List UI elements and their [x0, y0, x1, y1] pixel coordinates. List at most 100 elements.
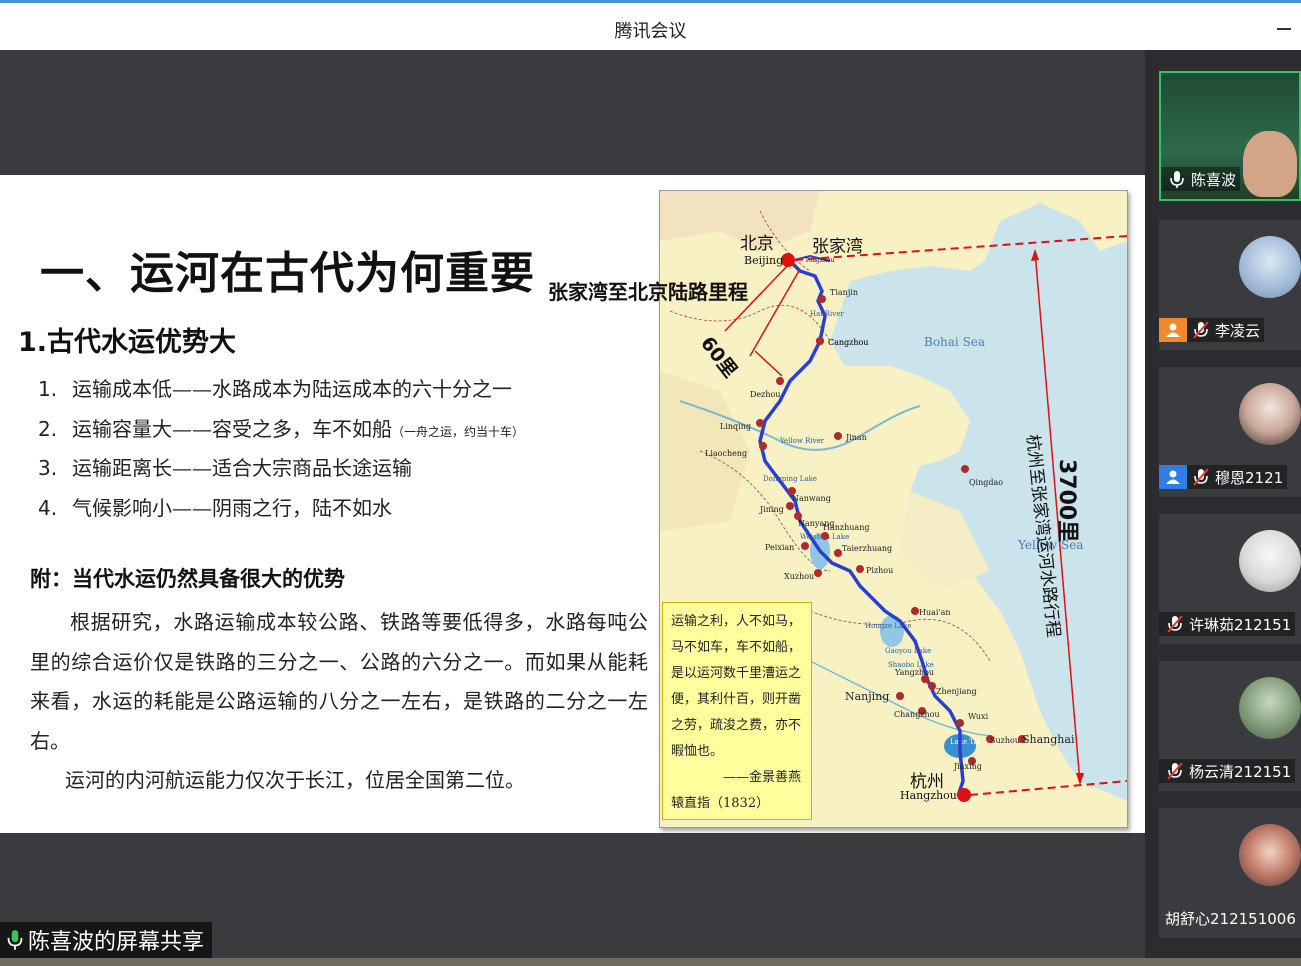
city-marker	[856, 565, 864, 573]
city-label: Zhenjiang	[936, 687, 977, 696]
participant-tile[interactable]: 杨云清212151	[1159, 661, 1301, 791]
city-label: Linqing	[720, 422, 751, 431]
city-marker	[801, 542, 809, 550]
city-marker	[834, 549, 842, 557]
city-marker	[928, 682, 936, 690]
participant-sidebar: 陈喜波 李凌云 穆恩2121 许琳茹212151 杨云清212151 胡舒心21…	[1145, 50, 1301, 966]
city-label: Nanwang	[792, 494, 831, 503]
participant-name-bar: 杨云清212151	[1159, 759, 1296, 783]
beijing-label-en: Beijing	[744, 254, 783, 267]
microphone-icon	[1167, 169, 1187, 189]
speaker-face	[1243, 131, 1297, 197]
city-label: Peixian	[765, 543, 794, 552]
screen-share-label: 陈喜波的屏幕共享	[28, 930, 205, 955]
city-marker	[821, 532, 829, 540]
participant-tile[interactable]: 陈喜波	[1159, 71, 1301, 201]
city-marker	[759, 442, 767, 450]
hangzhou-label-en: Hangzhou	[900, 789, 957, 802]
water-distance-label: 3700里	[1054, 459, 1079, 542]
appendix-title: 附：当代水运仍然具备很大的优势	[30, 567, 345, 591]
list-item: 1. 运输成本低——水路成本为陆运成本的六十分之一	[38, 377, 512, 401]
microphone-icon	[4, 928, 26, 952]
city-label: Shanghai	[1022, 733, 1075, 746]
lake-label: Dongping Lake	[763, 475, 817, 483]
lake-label: Yellow River	[779, 437, 825, 445]
user-icon	[1159, 465, 1187, 489]
city-label: Huai'an	[919, 608, 951, 617]
quote-source: 辕直指（1832）	[671, 796, 770, 811]
list-item: 4. 气候影响小——阴雨之行，陆不如水	[38, 495, 392, 520]
city-label: Suzhou	[990, 736, 1020, 745]
slide-subheading: 1.古代水运优势大	[18, 327, 237, 358]
list-item: 2. 运输容量大——容受之多，车不如船（一舟之运，约当十车）	[38, 416, 525, 441]
sea-label: Bohai Sea	[924, 335, 985, 349]
city-label: Jinan	[845, 433, 867, 442]
appendix-paragraph: 根据研究，水路运输成本较公路、铁路等要低得多，水路每吨公里的综合运价仅是铁路的三…	[30, 610, 648, 753]
lake-label: Hai River	[810, 310, 844, 318]
city-marker	[816, 337, 824, 345]
appendix-body: 根据研究，水路运输成本较公路、铁路等要低得多，水路每吨公里的综合运价仅是铁路的三…	[30, 603, 648, 801]
city-label: Nanjing	[845, 690, 889, 703]
participant-name: 陈喜波	[1191, 170, 1237, 189]
avatar	[1239, 824, 1301, 886]
city-label: Hanzhuang	[823, 523, 869, 532]
list-item-note: （一舟之运，约当十车）	[392, 424, 525, 439]
quote-text: 运输之利，人不如马，马不如车，车不如船，是以运河数千里漕运之便，其利什百，则开凿…	[671, 614, 802, 759]
city-label: Cangzhou	[828, 338, 869, 347]
appendix-paragraph: 运河的内河航运能力仅次于长江，位居全国第二位。	[65, 768, 525, 792]
participant-tile[interactable]: 胡舒心212151006	[1159, 808, 1301, 938]
city-marker	[834, 432, 842, 440]
slide-heading: 一、运河在古代为何重要	[40, 248, 535, 299]
quote-author: ——金景善燕	[722, 770, 801, 785]
screen-share-banner: 陈喜波的屏幕共享	[0, 922, 213, 958]
beijing-label: 北京	[740, 234, 774, 254]
mic-muted-icon	[1165, 614, 1185, 634]
mic-muted-icon	[1191, 320, 1211, 340]
avatar	[1239, 383, 1301, 445]
city-marker	[776, 377, 784, 385]
city-marker	[818, 295, 826, 303]
window-titlebar: 腾讯会议	[0, 0, 1301, 50]
participant-name: 穆恩2121	[1215, 468, 1284, 487]
city-label: Jiaxing	[953, 762, 982, 771]
city-marker	[896, 692, 904, 700]
participant-name-bar: 陈喜波	[1161, 167, 1241, 191]
lake-label: Gaoyou Lake	[885, 647, 931, 655]
city-label: Changzhou	[894, 710, 940, 719]
participant-tile[interactable]: 穆恩2121	[1159, 367, 1301, 497]
mic-muted-icon	[1165, 761, 1185, 781]
participant-tile[interactable]: 李凌云	[1159, 220, 1301, 350]
mic-muted-icon	[1191, 467, 1211, 487]
city-label: Pizhou	[866, 566, 893, 575]
participant-name: 李凌云	[1215, 321, 1261, 340]
city-marker	[911, 607, 919, 615]
participant-name-bar: 许琳茹212151	[1159, 612, 1296, 636]
participant-name-bar: 胡舒心212151006	[1159, 906, 1300, 930]
city-marker	[786, 502, 794, 510]
hangzhou-marker	[957, 788, 971, 802]
city-label: Dezhou	[750, 390, 780, 399]
city-marker	[961, 465, 969, 473]
arrow-head	[1031, 249, 1039, 261]
lake-label: Lake Tai	[950, 738, 981, 746]
window-title: 腾讯会议	[614, 21, 687, 42]
city-label: Wuxi	[968, 712, 989, 721]
city-label: Tianjin	[830, 288, 858, 297]
city-label: Yangzhou	[894, 668, 934, 677]
city-label: Qingdao	[969, 478, 1003, 487]
zhangjiawan-label: 张家湾	[812, 237, 863, 257]
participant-name: 胡舒心212151006	[1165, 909, 1296, 928]
participant-name: 许琳茹212151	[1189, 615, 1292, 634]
minimize-button[interactable]	[1273, 15, 1295, 37]
participant-name-bar: 李凌云	[1159, 318, 1265, 342]
quote-box: 运输之利，人不如马，马不如车，车不如船，是以运河数千里漕运之便，其利什百，则开凿…	[662, 602, 812, 820]
advantages-list: 1. 运输成本低——水路成本为陆运成本的六十分之一 2. 运输容量大——容受之多，车…	[38, 373, 524, 531]
avatar	[1239, 677, 1301, 739]
participant-tile[interactable]: 许琳茹212151	[1159, 514, 1301, 644]
city-marker	[814, 569, 822, 577]
land-route-title: 张家湾至北京陆路里程	[548, 280, 748, 304]
bottom-edge-strip	[0, 958, 1301, 966]
participant-name: 杨云清212151	[1189, 762, 1292, 781]
city-marker	[756, 419, 764, 427]
city-label: Liaocheng	[705, 449, 747, 458]
